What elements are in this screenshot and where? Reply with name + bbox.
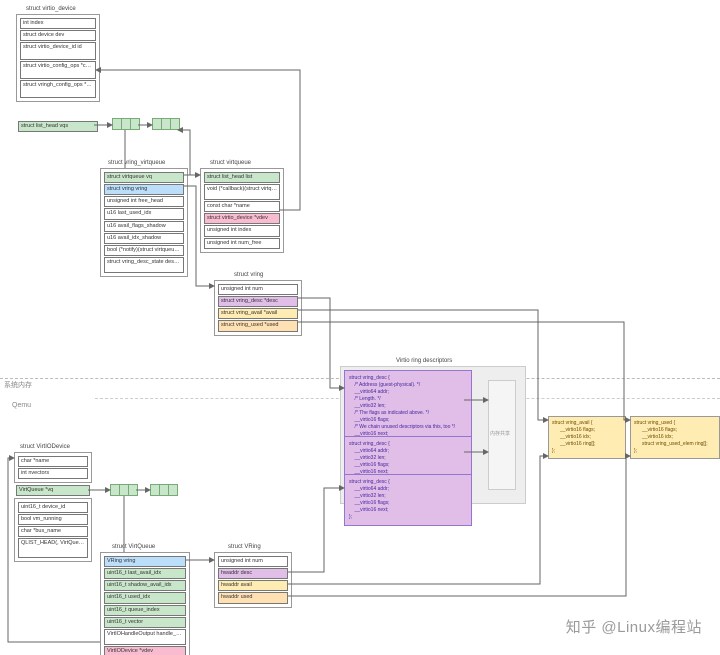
sv-f3: struct vring_used *used — [218, 320, 298, 331]
vvq-f1: struct vring vring — [104, 184, 184, 195]
box-struct-vring: unsigned int num struct vring_desc *desc… — [214, 280, 302, 336]
vqq-f1: uint16_t last_avail_idx — [104, 568, 186, 579]
listnode-a — [112, 118, 140, 130]
vq-f4: unsigned int index — [204, 225, 280, 236]
code-vring-desc-3: struct vring_desc { __virtio64 addr; __v… — [344, 474, 472, 526]
va-f2: __virtio16 ring[]; — [552, 441, 622, 448]
vqq-f6: VirtIOHandleOutput handle_output — [104, 629, 186, 645]
title-virtqueue: struct virtqueue — [210, 160, 251, 166]
va-f1: __virtio16 idx; — [552, 434, 622, 441]
title-virtio-device: struct virtio_device — [26, 6, 76, 12]
title-ring-desc: Virtio ring descriptors — [396, 358, 452, 364]
vdq-f2: uint16_t device_id — [18, 502, 88, 513]
vrq-f3: hwaddr used — [218, 592, 288, 603]
vu-f1: __virtio16 idx; — [634, 434, 716, 441]
box-virtqueue: struct list_head list void (*callback)(s… — [200, 168, 284, 253]
label-kernel: 系统内存 — [4, 380, 32, 390]
va-f0: __virtio16 flags; — [552, 427, 622, 434]
vd-f3: struct virtio_config_ops *config — [20, 61, 96, 79]
vq-f3: struct virtio_device *vdev — [204, 213, 280, 224]
vqq-f3: uint16_t used_idx — [104, 592, 186, 603]
vdq-f3: bool vm_running — [18, 514, 88, 525]
vu-close: }; — [634, 448, 716, 455]
vqq-f2: uint16_t shadow_avail_idx — [104, 580, 186, 591]
vd-f0: int index — [20, 18, 96, 29]
vu-f2: struct vring_used_elem ring[]; — [634, 441, 716, 448]
listnode-qa — [110, 484, 138, 496]
vqq-f5: uint16_t vector — [104, 617, 186, 628]
sv-f1: struct vring_desc *desc — [218, 296, 298, 307]
sv-f2: struct vring_avail *avail — [218, 308, 298, 319]
box-virtiodevice-q2: uint16_t device_id bool vm_running char … — [14, 498, 92, 562]
vd-f1: struct device dev — [20, 30, 96, 41]
vrq-f0: unsigned int num — [218, 556, 288, 567]
label-shared: 内存共享 — [490, 430, 510, 437]
vvq-f3: u16 last_used_idx — [104, 208, 184, 219]
box-vring-vq: struct virtqueue vq struct vring vring u… — [100, 168, 188, 277]
vvq-f4: u16 avail_flags_shadow — [104, 221, 184, 232]
label-qemu: Qemu — [12, 402, 31, 409]
title-vring-q: struct VRing — [228, 544, 261, 550]
vdq-f4: char *bus_name — [18, 526, 88, 537]
vrq-f2: hwaddr avail — [218, 580, 288, 591]
vvq-f5: u16 avail_idx_shadow — [104, 233, 184, 244]
vvq-f2: unsigned int free_head — [104, 196, 184, 207]
va-title: struct vring_avail { — [552, 420, 622, 427]
listnode-qb — [150, 484, 178, 496]
title-struct-vring: struct vring — [234, 272, 263, 278]
vqq-f0: VRing vring — [104, 556, 186, 567]
vq-f2: const char *name — [204, 201, 280, 212]
vu-title: struct vring_used { — [634, 420, 716, 427]
vu-f0: __virtio16 flags; — [634, 427, 716, 434]
box-vring-q: unsigned int num hwaddr desc hwaddr avai… — [214, 552, 292, 608]
vdq-f5: QLIST_HEAD(, VirtQueue) *vector_queues — [18, 538, 88, 558]
box-vring-used: struct vring_used { __virtio16 flags; __… — [630, 416, 720, 459]
vdq-tail: VirtQueue *vq — [16, 485, 90, 496]
title-virtqueue-q: struct VirtQueue — [112, 544, 155, 550]
vd-f2: struct virtio_device_id id — [20, 42, 96, 60]
listnode-b — [152, 118, 180, 130]
title-virtiodevice-q: struct VirtIODevice — [20, 444, 70, 450]
box-virtqueue-q: VRing vring uint16_t last_avail_idx uint… — [100, 552, 190, 655]
vq-f0: struct list_head list — [204, 172, 280, 183]
vdq-f1: int nvectors — [18, 468, 88, 479]
vq-f1: void (*callback)(struct virtqueue *vq) — [204, 184, 280, 200]
vd-f4: struct vringh_config_ops *vringh_config — [20, 80, 96, 98]
vq-f5: unsigned int num_free — [204, 238, 280, 249]
box-vring-avail: struct vring_avail { __virtio16 flags; _… — [548, 416, 626, 459]
box-virtiodevice-q: char *name int nvectors — [14, 452, 92, 483]
vrq-f1: hwaddr desc — [218, 568, 288, 579]
vvq-f6: bool (*notify)(struct virtqueue *) — [104, 245, 184, 256]
vd-tail: struct list_head vqs — [18, 121, 98, 132]
va-close: }; — [552, 448, 622, 455]
vdq-f0: char *name — [18, 456, 88, 467]
vqq-f7: VirtIODevice *vdev — [104, 646, 186, 655]
vvq-f7: struct vring_desc_state desc_state[] — [104, 257, 184, 273]
vvq-f0: struct virtqueue vq — [104, 172, 184, 183]
vqq-f4: uint16_t queue_index — [104, 605, 186, 616]
title-vring-vq: struct vring_virtqueue — [108, 160, 165, 166]
box-virtio-device: int index struct device dev struct virti… — [16, 14, 100, 102]
sv-f0: unsigned int num — [218, 284, 298, 295]
watermark: 知乎 @Linux编程站 — [566, 616, 702, 637]
